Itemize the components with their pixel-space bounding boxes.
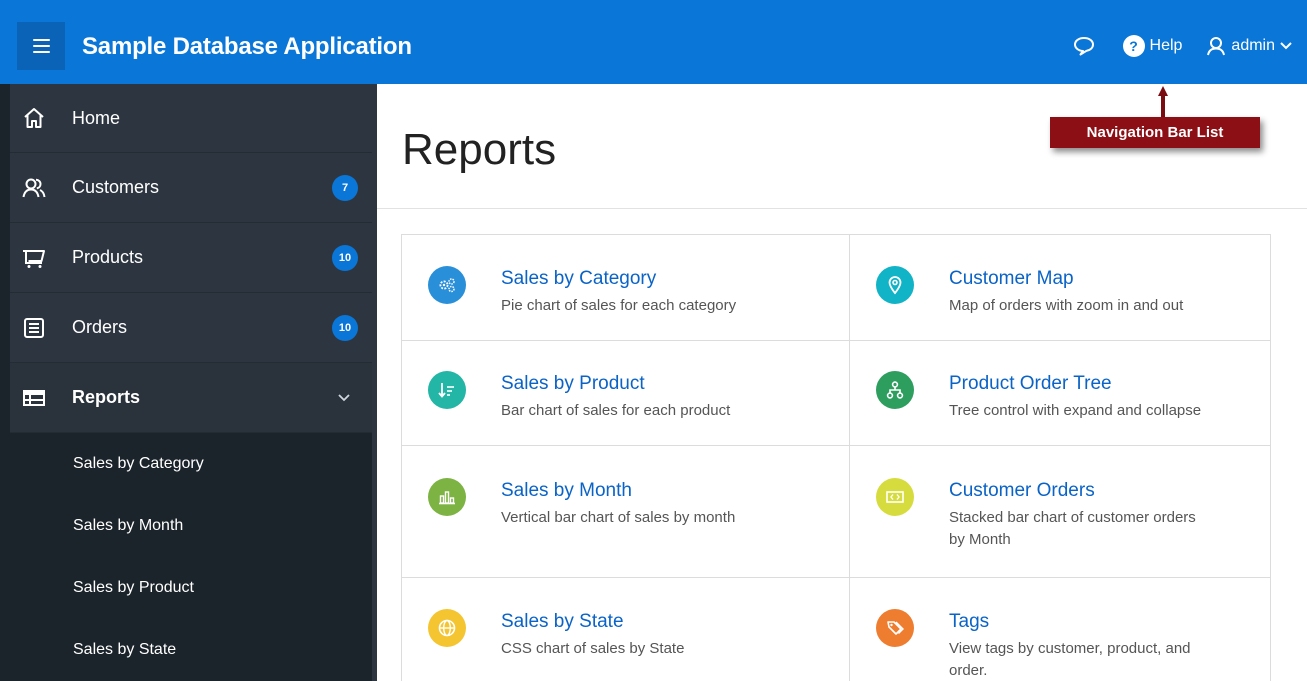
- hamburger-line: [32, 45, 50, 47]
- help-label: Help: [1149, 37, 1183, 54]
- help-button[interactable]: ? Help: [1122, 35, 1183, 57]
- card-sales-by-state[interactable]: Sales by State CSS chart of sales by Sta…: [402, 578, 850, 681]
- tree-icon: [876, 371, 914, 409]
- cart-icon: [22, 246, 46, 270]
- card-customer-map[interactable]: Customer Map Map of orders with zoom in …: [850, 235, 1270, 341]
- sidebar-item-label: Products: [72, 247, 144, 267]
- card-description: Tree control with expand and collapse: [949, 402, 1202, 419]
- hamburger-line: [32, 51, 50, 53]
- sidebar-item-products[interactable]: Products 10: [10, 223, 372, 293]
- help-icon: ?: [1122, 35, 1145, 57]
- count-badge: 10: [332, 244, 358, 271]
- side-nav-list: Home Customers 7 Products 10 Orders 10 R…: [10, 84, 372, 681]
- sidebar-item-label: Customers: [72, 177, 160, 197]
- card-description: Map of orders with zoom in and out: [949, 297, 1184, 314]
- table-icon: [22, 386, 46, 410]
- sidebar-scroll-edge: [372, 84, 377, 681]
- card-title[interactable]: Customer Map: [949, 268, 1074, 290]
- page-title: Reports: [402, 125, 557, 174]
- card-customer-orders[interactable]: Customer Orders Stacked bar chart of cus…: [850, 446, 1270, 578]
- feedback-button[interactable]: [1073, 36, 1095, 56]
- card-title[interactable]: Tags: [949, 611, 989, 633]
- count-badge: 7: [332, 174, 358, 201]
- card-title[interactable]: Sales by Month: [501, 480, 632, 502]
- sidebar-subitem-sales-by-state[interactable]: Sales by State: [10, 619, 372, 681]
- tags-icon: [876, 609, 914, 647]
- navigation-bar-callout: Navigation Bar List: [1050, 117, 1260, 148]
- card-title[interactable]: Sales by Category: [501, 268, 656, 290]
- reports-card-grid: Sales by Category Pie chart of sales for…: [401, 234, 1271, 681]
- sidebar-item-label: Reports: [72, 387, 141, 407]
- card-description: Stacked bar chart of customer orders: [949, 509, 1196, 526]
- card-description-line-2: order.: [949, 662, 988, 679]
- sidebar-subitem-sales-by-month[interactable]: Sales by Month: [10, 495, 372, 557]
- app-title[interactable]: Sample Database Application: [82, 33, 412, 61]
- speech-bubble-icon: [1073, 37, 1094, 56]
- navigation-bar-list: ? Help admin: [1073, 22, 1307, 70]
- map-pin-icon: [876, 266, 914, 304]
- card-description: CSS chart of sales by State: [501, 640, 685, 657]
- hamburger-line: [32, 39, 50, 41]
- chevron-down-icon: [1280, 42, 1292, 50]
- side-navigation: Home Customers 7 Products 10 Orders 10 R…: [0, 84, 377, 681]
- card-title[interactable]: Product Order Tree: [949, 373, 1112, 395]
- card-sales-by-month[interactable]: Sales by Month Vertical bar chart of sal…: [402, 446, 850, 578]
- gears-icon: [428, 266, 466, 304]
- sidebar-item-orders[interactable]: Orders 10: [10, 293, 372, 363]
- card-description: View tags by customer, product, and: [949, 640, 1191, 657]
- user-icon: [1207, 37, 1226, 56]
- globe-icon: [428, 609, 466, 647]
- card-description-line-2: by Month: [949, 531, 1011, 548]
- card-description: Vertical bar chart of sales by month: [501, 509, 736, 526]
- bar-chart-icon: [428, 478, 466, 516]
- callout-arrow-stem: [1161, 95, 1165, 117]
- sidebar-item-reports[interactable]: Reports: [10, 363, 372, 433]
- customers-icon: [22, 176, 46, 200]
- user-name: admin: [1231, 37, 1275, 54]
- menu-toggle-button[interactable]: [17, 22, 65, 70]
- card-tags[interactable]: Tags View tags by customer, product, and…: [850, 578, 1270, 681]
- sidebar-item-label: Home: [72, 107, 121, 128]
- user-menu-button[interactable]: admin: [1206, 36, 1297, 56]
- sidebar-item-customers[interactable]: Customers 7: [10, 153, 372, 223]
- card-title[interactable]: Customer Orders: [949, 480, 1095, 502]
- sort-icon: [428, 371, 466, 409]
- chevron-down-icon[interactable]: [338, 393, 350, 402]
- card-description: Pie chart of sales for each category: [501, 297, 737, 314]
- orders-icon: [22, 316, 46, 340]
- sidebar-item-label: Orders: [72, 317, 128, 337]
- count-badge: 10: [332, 314, 358, 341]
- app-header: Sample Database Application ? Help admin: [0, 0, 1307, 84]
- title-divider: [377, 208, 1307, 209]
- home-icon: [22, 106, 46, 130]
- card-title[interactable]: Sales by Product: [501, 373, 645, 395]
- card-product-order-tree[interactable]: Product Order Tree Tree control with exp…: [850, 341, 1270, 446]
- card-description: Bar chart of sales for each product: [501, 402, 731, 419]
- card-title[interactable]: Sales by State: [501, 611, 624, 633]
- sidebar-subitem-sales-by-category[interactable]: Sales by Category: [10, 433, 372, 495]
- card-sales-by-category[interactable]: Sales by Category Pie chart of sales for…: [402, 235, 850, 341]
- money-icon: [876, 478, 914, 516]
- card-sales-by-product[interactable]: Sales by Product Bar chart of sales for …: [402, 341, 850, 446]
- sidebar-subitem-sales-by-product[interactable]: Sales by Product: [10, 557, 372, 619]
- sidebar-item-home[interactable]: Home: [10, 84, 372, 153]
